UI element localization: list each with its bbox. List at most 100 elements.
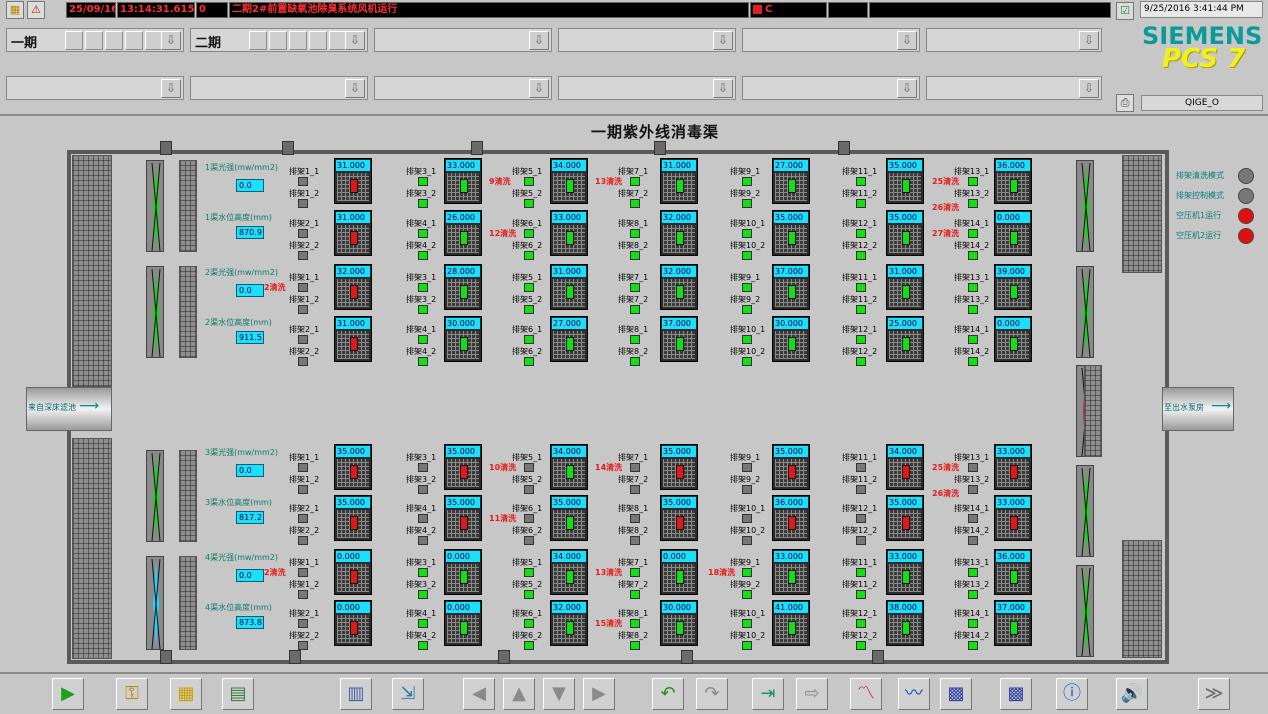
- rack-status-square[interactable]: [742, 357, 752, 366]
- rack-status-square[interactable]: [418, 568, 428, 577]
- area-group[interactable]: ⇩: [742, 28, 920, 52]
- rack-status-square[interactable]: [298, 641, 308, 650]
- sluice-gate[interactable]: [654, 141, 666, 155]
- rack-status-square[interactable]: [418, 357, 428, 366]
- uv-lamp-rack[interactable]: 35.000: [886, 210, 924, 256]
- rack-status-square[interactable]: [856, 485, 866, 494]
- rack-status-square[interactable]: [742, 485, 752, 494]
- uv-lamp-rack[interactable]: 33.000: [550, 210, 588, 256]
- rack-status-square[interactable]: [742, 335, 752, 344]
- uv-lamp-rack[interactable]: 32.000: [660, 264, 698, 310]
- uv-lamp-rack[interactable]: 35.000: [772, 210, 810, 256]
- uv-lamp-rack[interactable]: 35.000: [444, 495, 482, 541]
- rack-status-square[interactable]: [298, 357, 308, 366]
- overview-icon[interactable]: ▦: [6, 1, 24, 19]
- rack-status-square[interactable]: [856, 619, 866, 628]
- rack-status-square[interactable]: [630, 568, 640, 577]
- rack-status-square[interactable]: [630, 619, 640, 628]
- printer-icon[interactable]: ⎙: [1116, 94, 1134, 112]
- alarm-ack-status[interactable]: C: [750, 2, 827, 18]
- uv-lamp-rack[interactable]: 30.000: [772, 316, 810, 362]
- rack-status-square[interactable]: [418, 536, 428, 545]
- nav-up-button[interactable]: ▲: [503, 678, 535, 710]
- rack-status-square[interactable]: [968, 485, 978, 494]
- rack-status-square[interactable]: [856, 229, 866, 238]
- sluice-gate[interactable]: [160, 650, 172, 664]
- rack-status-square[interactable]: [856, 590, 866, 599]
- area-dropdown-button[interactable]: ⇩: [713, 31, 733, 50]
- rack-status-square[interactable]: [298, 568, 308, 577]
- rack-status-square[interactable]: [630, 536, 640, 545]
- area-dropdown-button[interactable]: ⇩: [529, 79, 549, 98]
- sluice-gate[interactable]: [160, 141, 172, 155]
- rack-status-square[interactable]: [968, 357, 978, 366]
- rack-status-square[interactable]: [524, 199, 534, 208]
- uv-lamp-rack[interactable]: 35.000: [550, 495, 588, 541]
- rack-status-square[interactable]: [298, 177, 308, 186]
- rack-status-square[interactable]: [968, 177, 978, 186]
- area-dropdown-button[interactable]: ⇩: [1079, 79, 1099, 98]
- rack-status-square[interactable]: [298, 514, 308, 523]
- uv-lamp-rack[interactable]: 35.000: [886, 495, 924, 541]
- rack-status-square[interactable]: [298, 305, 308, 314]
- rack-status-square[interactable]: [856, 641, 866, 650]
- sluice-gate[interactable]: [681, 650, 693, 664]
- rack-status-square[interactable]: [968, 305, 978, 314]
- uv-lamp-rack[interactable]: 0.000: [334, 549, 372, 595]
- rack-status-square[interactable]: [524, 283, 534, 292]
- rack-status-square[interactable]: [630, 463, 640, 472]
- faceplate2-button[interactable]: ▩: [1000, 678, 1032, 710]
- area-group[interactable]: ⇩: [558, 28, 736, 52]
- uv-lamp-rack[interactable]: 34.000: [550, 549, 588, 595]
- uv-lamp-rack[interactable]: 28.000: [444, 264, 482, 310]
- rack-status-square[interactable]: [630, 335, 640, 344]
- rack-status-square[interactable]: [742, 283, 752, 292]
- rack-status-square[interactable]: [630, 283, 640, 292]
- area-dropdown-button[interactable]: ⇩: [161, 79, 181, 98]
- sluice-gate[interactable]: [282, 141, 294, 155]
- rack-status-square[interactable]: [418, 641, 428, 650]
- uv-lamp-rack[interactable]: 35.000: [334, 495, 372, 541]
- area-group[interactable]: ⇩: [374, 28, 552, 52]
- alarm-warning-icon[interactable]: ⚠: [27, 1, 45, 19]
- rack-status-square[interactable]: [298, 463, 308, 472]
- area-group[interactable]: ⇩: [558, 76, 736, 100]
- rack-status-square[interactable]: [968, 619, 978, 628]
- rack-status-square[interactable]: [524, 590, 534, 599]
- rack-status-square[interactable]: [968, 463, 978, 472]
- area-group[interactable]: 一期 ⇩: [6, 28, 184, 52]
- picture-export-button[interactable]: ⇲: [392, 678, 424, 710]
- rack-status-square[interactable]: [630, 199, 640, 208]
- rack-status-square[interactable]: [524, 357, 534, 366]
- area-tree-button[interactable]: ▤: [222, 678, 254, 710]
- uv-lamp-rack[interactable]: 36.000: [772, 495, 810, 541]
- rack-status-square[interactable]: [968, 568, 978, 577]
- uv-lamp-rack[interactable]: 0.000: [444, 600, 482, 646]
- uv-lamp-rack[interactable]: 36.000: [994, 158, 1032, 204]
- uv-lamp-rack[interactable]: 32.000: [660, 210, 698, 256]
- uv-lamp-rack[interactable]: 35.000: [660, 444, 698, 490]
- uv-lamp-rack[interactable]: 0.000: [660, 549, 698, 595]
- rack-status-square[interactable]: [524, 463, 534, 472]
- area-group[interactable]: ⇩: [926, 76, 1102, 100]
- rack-status-square[interactable]: [968, 536, 978, 545]
- rack-status-square[interactable]: [418, 485, 428, 494]
- area-group[interactable]: ⇩: [742, 76, 920, 100]
- uv-lamp-rack[interactable]: 38.000: [886, 600, 924, 646]
- area-group[interactable]: ⇩: [6, 76, 184, 100]
- uv-lamp-rack[interactable]: 27.000: [550, 316, 588, 362]
- rack-status-square[interactable]: [418, 177, 428, 186]
- export-button[interactable]: ⇥: [752, 678, 784, 710]
- rack-status-square[interactable]: [630, 229, 640, 238]
- rack-status-square[interactable]: [298, 199, 308, 208]
- uv-lamp-rack[interactable]: 32.000: [550, 600, 588, 646]
- rack-status-square[interactable]: [524, 619, 534, 628]
- rack-status-square[interactable]: [856, 177, 866, 186]
- uv-lamp-rack[interactable]: 27.000: [772, 158, 810, 204]
- uv-lamp-rack[interactable]: 33.000: [444, 158, 482, 204]
- uv-lamp-rack[interactable]: 32.000: [334, 264, 372, 310]
- rack-status-square[interactable]: [524, 536, 534, 545]
- rack-status-square[interactable]: [418, 590, 428, 599]
- redo-button[interactable]: ↷: [696, 678, 728, 710]
- uv-lamp-rack[interactable]: 34.000: [550, 444, 588, 490]
